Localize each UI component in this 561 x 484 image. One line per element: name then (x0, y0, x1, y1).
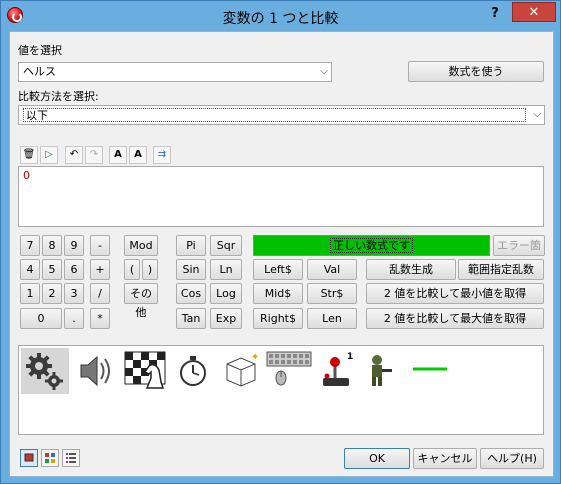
chevron-down-icon: ⌵ (533, 109, 541, 120)
svg-text:1: 1 (347, 352, 353, 362)
key-3[interactable]: 3 (64, 283, 84, 304)
keyboard-mouse-icon[interactable] (265, 348, 313, 394)
tan-button[interactable]: Tan (176, 308, 206, 329)
key-6[interactable]: 6 (64, 259, 84, 280)
open-paren-button[interactable]: ( (124, 259, 140, 280)
view-large-icons-button[interactable] (20, 449, 38, 467)
sqr-button[interactable]: Sqr (210, 235, 242, 256)
cos-button[interactable]: Cos (176, 283, 206, 304)
value-select-value: ヘルス (23, 65, 56, 78)
other-button[interactable]: その他 (124, 283, 158, 319)
title-help-button[interactable]: ? (482, 5, 508, 25)
value-select-label: 値を選択 (18, 44, 62, 57)
key-7[interactable]: 7 (20, 235, 40, 256)
pi-button[interactable]: Pi (176, 235, 206, 256)
key-divide[interactable]: / (90, 283, 110, 304)
clear-trash-icon[interactable]: 🗑 (20, 146, 38, 164)
cancel-button[interactable]: キャンセル (413, 448, 477, 469)
box-icon[interactable]: ✦ (217, 348, 265, 394)
key-4[interactable]: 4 (20, 259, 40, 280)
key-1[interactable]: 1 (20, 283, 40, 304)
window-title: 変数の 1 つと比較 (222, 11, 339, 27)
joystick-icon[interactable]: 1 (313, 348, 361, 394)
ln-button[interactable]: Ln (210, 259, 242, 280)
gears-icon[interactable] (21, 348, 69, 394)
key-minus[interactable]: - (90, 235, 110, 256)
font-smaller-icon[interactable]: A (129, 146, 147, 164)
key-5[interactable]: 5 (42, 259, 62, 280)
error-location-button[interactable]: エラー箇所 (493, 235, 545, 271)
green-line-icon[interactable] (409, 348, 457, 394)
expression-status-bar: 正しい数式です (253, 235, 490, 256)
svg-text:✦: ✦ (251, 352, 259, 363)
font-larger-icon[interactable]: A (109, 146, 127, 164)
key-9[interactable]: 9 (64, 235, 84, 256)
close-paren-button[interactable]: ) (142, 259, 158, 280)
sin-button[interactable]: Sin (176, 259, 206, 280)
min-of-two-button[interactable]: 2 値を比較して最小値を取得 (366, 283, 544, 304)
expression-status-text: 正しい数式です (330, 238, 413, 253)
chevron-down-icon: ⌵ (320, 66, 328, 77)
exp-button[interactable]: Exp (210, 308, 242, 329)
key-plus[interactable]: + (90, 259, 110, 280)
max-of-two-button[interactable]: 2 値を比較して最大値を取得 (366, 308, 544, 329)
wrap-icon[interactable]: ⇉ (153, 146, 171, 164)
value-select-dropdown[interactable]: ヘルス ⌵ (18, 62, 332, 82)
soldier-sprite-icon[interactable] (361, 348, 409, 394)
len-button[interactable]: Len (307, 308, 357, 329)
compare-method-dropdown[interactable]: 以下 ⌵ (18, 105, 545, 125)
key-0[interactable]: 0 (20, 308, 62, 329)
close-button[interactable]: ✕ (512, 2, 556, 22)
str-button[interactable]: Str$ (307, 283, 357, 304)
key-8[interactable]: 8 (42, 235, 62, 256)
dialog-window: 変数の 1 つと比較 ? ✕ 値を選択 ヘルス ⌵ 数式を使う 比較方法を選択:… (0, 0, 561, 484)
right-button[interactable]: Right$ (253, 308, 303, 329)
view-list-button[interactable] (62, 449, 80, 467)
speaker-icon[interactable] (73, 348, 121, 394)
chess-knight-icon[interactable] (121, 348, 169, 394)
view-small-icons-button[interactable] (41, 449, 59, 467)
key-2[interactable]: 2 (42, 283, 62, 304)
object-icon-bar: ✦ 1 (18, 345, 544, 435)
left-button[interactable]: Left$ (253, 259, 303, 280)
ok-button[interactable]: OK (344, 448, 410, 469)
stopwatch-icon[interactable] (169, 348, 217, 394)
help-button[interactable]: ヘルプ(H) (480, 448, 544, 469)
random-range-button[interactable]: 範囲指定乱数 (458, 259, 544, 280)
dialog-client-area: 値を選択 ヘルス ⌵ 数式を使う 比較方法を選択: 以下 ⌵ 🗑 ▷ ↶ ↷ A… (9, 31, 554, 477)
key-dot[interactable]: . (64, 308, 84, 329)
use-expression-button[interactable]: 数式を使う (408, 61, 544, 82)
key-multiply[interactable]: * (90, 308, 110, 329)
log-button[interactable]: Log (210, 283, 242, 304)
title-bar: 変数の 1 つと比較 ? ✕ (1, 1, 560, 31)
val-button[interactable]: Val (307, 259, 357, 280)
random-button[interactable]: 乱数生成 (366, 259, 456, 280)
insert-icon[interactable]: ▷ (40, 146, 58, 164)
compare-method-label: 比較方法を選択: (18, 90, 99, 103)
mid-button[interactable]: Mid$ (253, 283, 303, 304)
redo-icon[interactable]: ↷ (85, 146, 103, 164)
compare-method-value: 以下 (23, 108, 526, 122)
expression-editor[interactable]: 0 (18, 166, 544, 227)
undo-icon[interactable]: ↶ (65, 146, 83, 164)
mod-button[interactable]: Mod (124, 235, 158, 256)
